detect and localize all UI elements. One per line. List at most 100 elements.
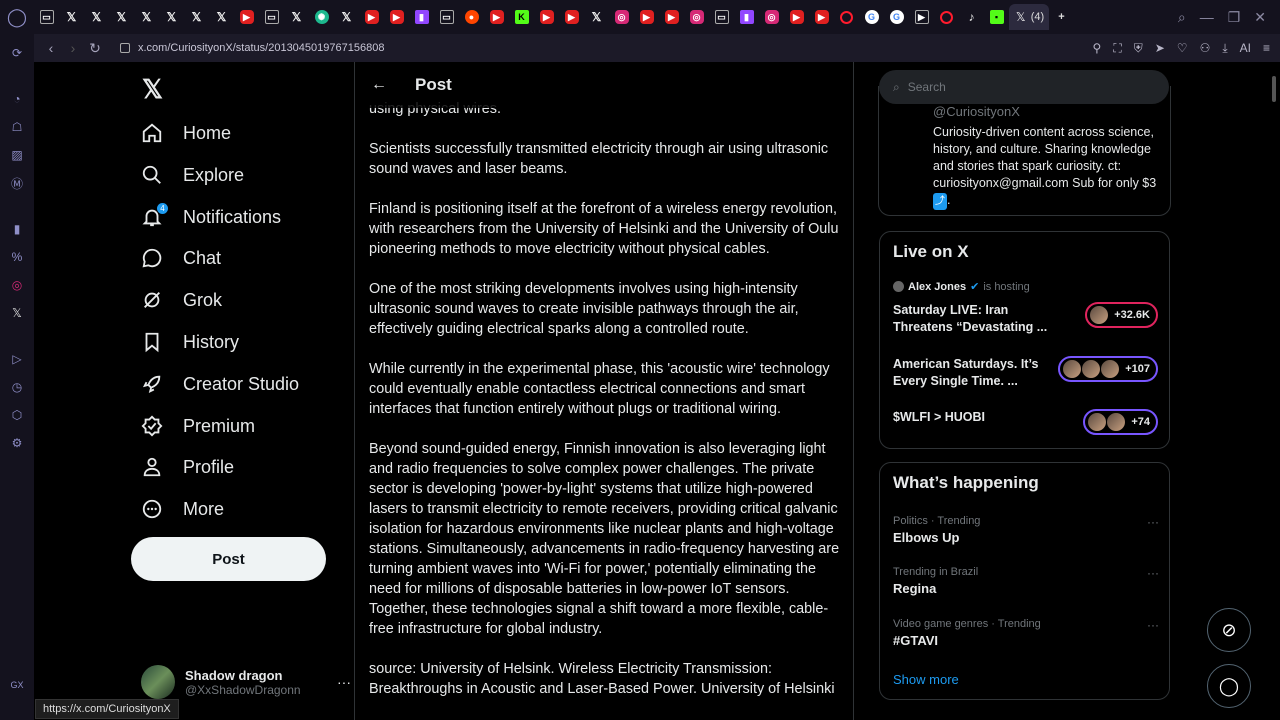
browser-tab[interactable] bbox=[934, 4, 959, 30]
nav-chat[interactable]: Chat bbox=[139, 238, 221, 278]
robot-icon[interactable]: ☖ bbox=[8, 118, 26, 136]
browser-tab[interactable]: ▶ bbox=[359, 4, 384, 30]
browser-tab-active[interactable]: 𝕏 (4) bbox=[1009, 4, 1049, 30]
browser-tab[interactable]: 𝕏 bbox=[584, 4, 609, 30]
back-arrow-icon[interactable]: ← bbox=[369, 76, 389, 94]
twitch-icon[interactable]: ▮ bbox=[8, 220, 26, 238]
x-logo-icon[interactable]: 𝕏 bbox=[142, 74, 163, 105]
browser-tab[interactable]: 𝕏 bbox=[284, 4, 309, 30]
nav-premium[interactable]: Premium bbox=[139, 406, 255, 446]
player-icon[interactable]: ▷ bbox=[8, 350, 26, 368]
aria-icon[interactable]: ◔ bbox=[8, 90, 26, 108]
live-space-item[interactable]: Saturday LIVE: Iran Threatens “Devastati… bbox=[893, 302, 1158, 336]
browser-tab[interactable]: ♪ bbox=[959, 4, 984, 30]
ai-icon[interactable]: AI bbox=[1240, 41, 1251, 56]
settings-icon[interactable]: ⚙ bbox=[8, 434, 26, 452]
browser-tab[interactable]: ▶ bbox=[634, 4, 659, 30]
download-icon[interactable]: ⤓ bbox=[1222, 41, 1227, 56]
browser-tab[interactable]: 𝕏 bbox=[84, 4, 109, 30]
browser-tab[interactable]: ▪ bbox=[984, 4, 1009, 30]
restore-icon[interactable]: ❐ bbox=[1228, 9, 1241, 26]
page-scrollbar[interactable] bbox=[1270, 62, 1278, 720]
post-button[interactable]: Post bbox=[131, 537, 326, 581]
browser-tab[interactable]: ▶ bbox=[909, 4, 934, 30]
trend-item[interactable]: Politics · Trending Elbows Up ··· bbox=[893, 515, 1159, 545]
show-more-link[interactable]: Show more bbox=[893, 672, 959, 687]
browser-tab[interactable]: ▭ bbox=[34, 4, 59, 30]
url-field[interactable]: x.com/CuriosityonX/status/20130450197671… bbox=[120, 42, 1093, 54]
more-horizontal-icon[interactable]: ··· bbox=[1147, 618, 1159, 632]
browser-tab[interactable]: ▭ bbox=[709, 4, 734, 30]
snapshot-icon[interactable]: ⛶ bbox=[1113, 41, 1121, 56]
browser-tab[interactable]: K bbox=[509, 4, 534, 30]
close-window-icon[interactable]: ✕ bbox=[1254, 9, 1266, 26]
browser-tab[interactable]: ◎ bbox=[609, 4, 634, 30]
more-horizontal-icon[interactable]: ··· bbox=[1147, 515, 1159, 529]
nav-history[interactable]: History bbox=[139, 322, 239, 362]
scrollbar-thumb[interactable] bbox=[1272, 76, 1276, 102]
browser-tab[interactable]: ▶ bbox=[384, 4, 409, 30]
browser-tab[interactable]: ▶ bbox=[559, 4, 584, 30]
browser-tab[interactable]: 𝕏 bbox=[184, 4, 209, 30]
new-tab-button[interactable]: + bbox=[1049, 4, 1074, 30]
nav-creator-studio[interactable]: Creator Studio bbox=[139, 364, 299, 404]
browser-tab[interactable]: ◎ bbox=[759, 4, 784, 30]
reload-icon[interactable]: ↻ bbox=[84, 40, 106, 57]
nav-more[interactable]: More bbox=[139, 489, 224, 529]
live-space-item[interactable]: American Saturdays. It’s Every Single Ti… bbox=[893, 356, 1158, 390]
browser-tab[interactable]: ▶ bbox=[234, 4, 259, 30]
browser-tab[interactable]: ▭ bbox=[434, 4, 459, 30]
browser-tab[interactable]: 𝕏 bbox=[159, 4, 184, 30]
browser-tab[interactable]: 𝕏 bbox=[109, 4, 134, 30]
nav-explore[interactable]: Explore bbox=[139, 155, 244, 195]
browser-tab[interactable]: ● bbox=[459, 4, 484, 30]
browser-tab[interactable]: 𝕏 bbox=[59, 4, 84, 30]
x-side-icon[interactable]: 𝕏 bbox=[8, 304, 26, 322]
wallet-icon[interactable]: ▨ bbox=[8, 146, 26, 164]
trend-item[interactable]: Trending in Brazil Regina ··· bbox=[893, 566, 1159, 596]
tab-search-icon[interactable]: ⌕ bbox=[1178, 9, 1186, 26]
profile-handle[interactable]: @CuriosityonX bbox=[933, 104, 1020, 119]
account-switcher[interactable]: Shadow dragon @XxShadowDragonn ··· bbox=[141, 662, 351, 702]
messenger-icon[interactable]: Ⓜ bbox=[8, 174, 26, 192]
nav-notifications[interactable]: 4 Notifications bbox=[139, 197, 281, 237]
instagram-icon[interactable]: ◎ bbox=[8, 276, 26, 294]
browser-tab[interactable]: ▮ bbox=[734, 4, 759, 30]
browser-tab[interactable]: ▶ bbox=[484, 4, 509, 30]
messages-fab-button[interactable]: ◯ bbox=[1207, 664, 1251, 708]
browser-tab[interactable] bbox=[834, 4, 859, 30]
browser-tab[interactable]: ◎ bbox=[684, 4, 709, 30]
browser-tab[interactable]: G bbox=[884, 4, 909, 30]
extensions-icon[interactable]: ⬡ bbox=[8, 406, 26, 424]
menu-icon[interactable]: ≡ bbox=[1263, 41, 1270, 56]
percent-icon[interactable]: % bbox=[8, 248, 26, 266]
browser-tab[interactable]: 𝕏 bbox=[209, 4, 234, 30]
nav-profile[interactable]: Profile bbox=[139, 447, 234, 487]
heart-icon[interactable]: ♡ bbox=[1177, 41, 1188, 56]
search-input[interactable]: ⌕ Search bbox=[879, 70, 1169, 104]
gx-icon[interactable]: GX bbox=[10, 680, 23, 690]
browser-tab[interactable]: ▶ bbox=[809, 4, 834, 30]
browser-tab[interactable]: ▶ bbox=[784, 4, 809, 30]
grok-fab-button[interactable]: ⊘ bbox=[1207, 608, 1251, 652]
send-icon[interactable]: ➤ bbox=[1155, 41, 1165, 56]
host-row[interactable]: Alex Jones ✔ is hosting bbox=[893, 280, 1030, 293]
more-horizontal-icon[interactable]: ··· bbox=[337, 674, 351, 690]
opera-logo-icon[interactable]: ◯ bbox=[0, 0, 34, 34]
back-nav-icon[interactable]: ‹ bbox=[40, 40, 62, 56]
browser-tab[interactable]: ▶ bbox=[659, 4, 684, 30]
trend-item[interactable]: Video game genres · Trending #GTAVI ··· bbox=[893, 618, 1159, 648]
profile-icon[interactable]: ⚇ bbox=[1200, 41, 1211, 56]
forward-nav-icon[interactable]: › bbox=[62, 40, 84, 56]
browser-tab[interactable]: ▶ bbox=[534, 4, 559, 30]
browser-tab[interactable]: ▮ bbox=[409, 4, 434, 30]
browser-tab[interactable]: ▭ bbox=[259, 4, 284, 30]
nav-grok[interactable]: Grok bbox=[139, 280, 222, 320]
more-horizontal-icon[interactable]: ··· bbox=[1147, 566, 1159, 580]
history-icon[interactable]: ◷ bbox=[8, 378, 26, 396]
live-space-item[interactable]: $WLFI > HUOBI +74 bbox=[893, 409, 1158, 435]
minimize-icon[interactable]: — bbox=[1200, 9, 1214, 25]
browser-tab[interactable]: 𝕏 bbox=[134, 4, 159, 30]
nav-home[interactable]: Home bbox=[139, 113, 231, 153]
pin-icon[interactable]: ⚲ bbox=[1093, 41, 1102, 56]
